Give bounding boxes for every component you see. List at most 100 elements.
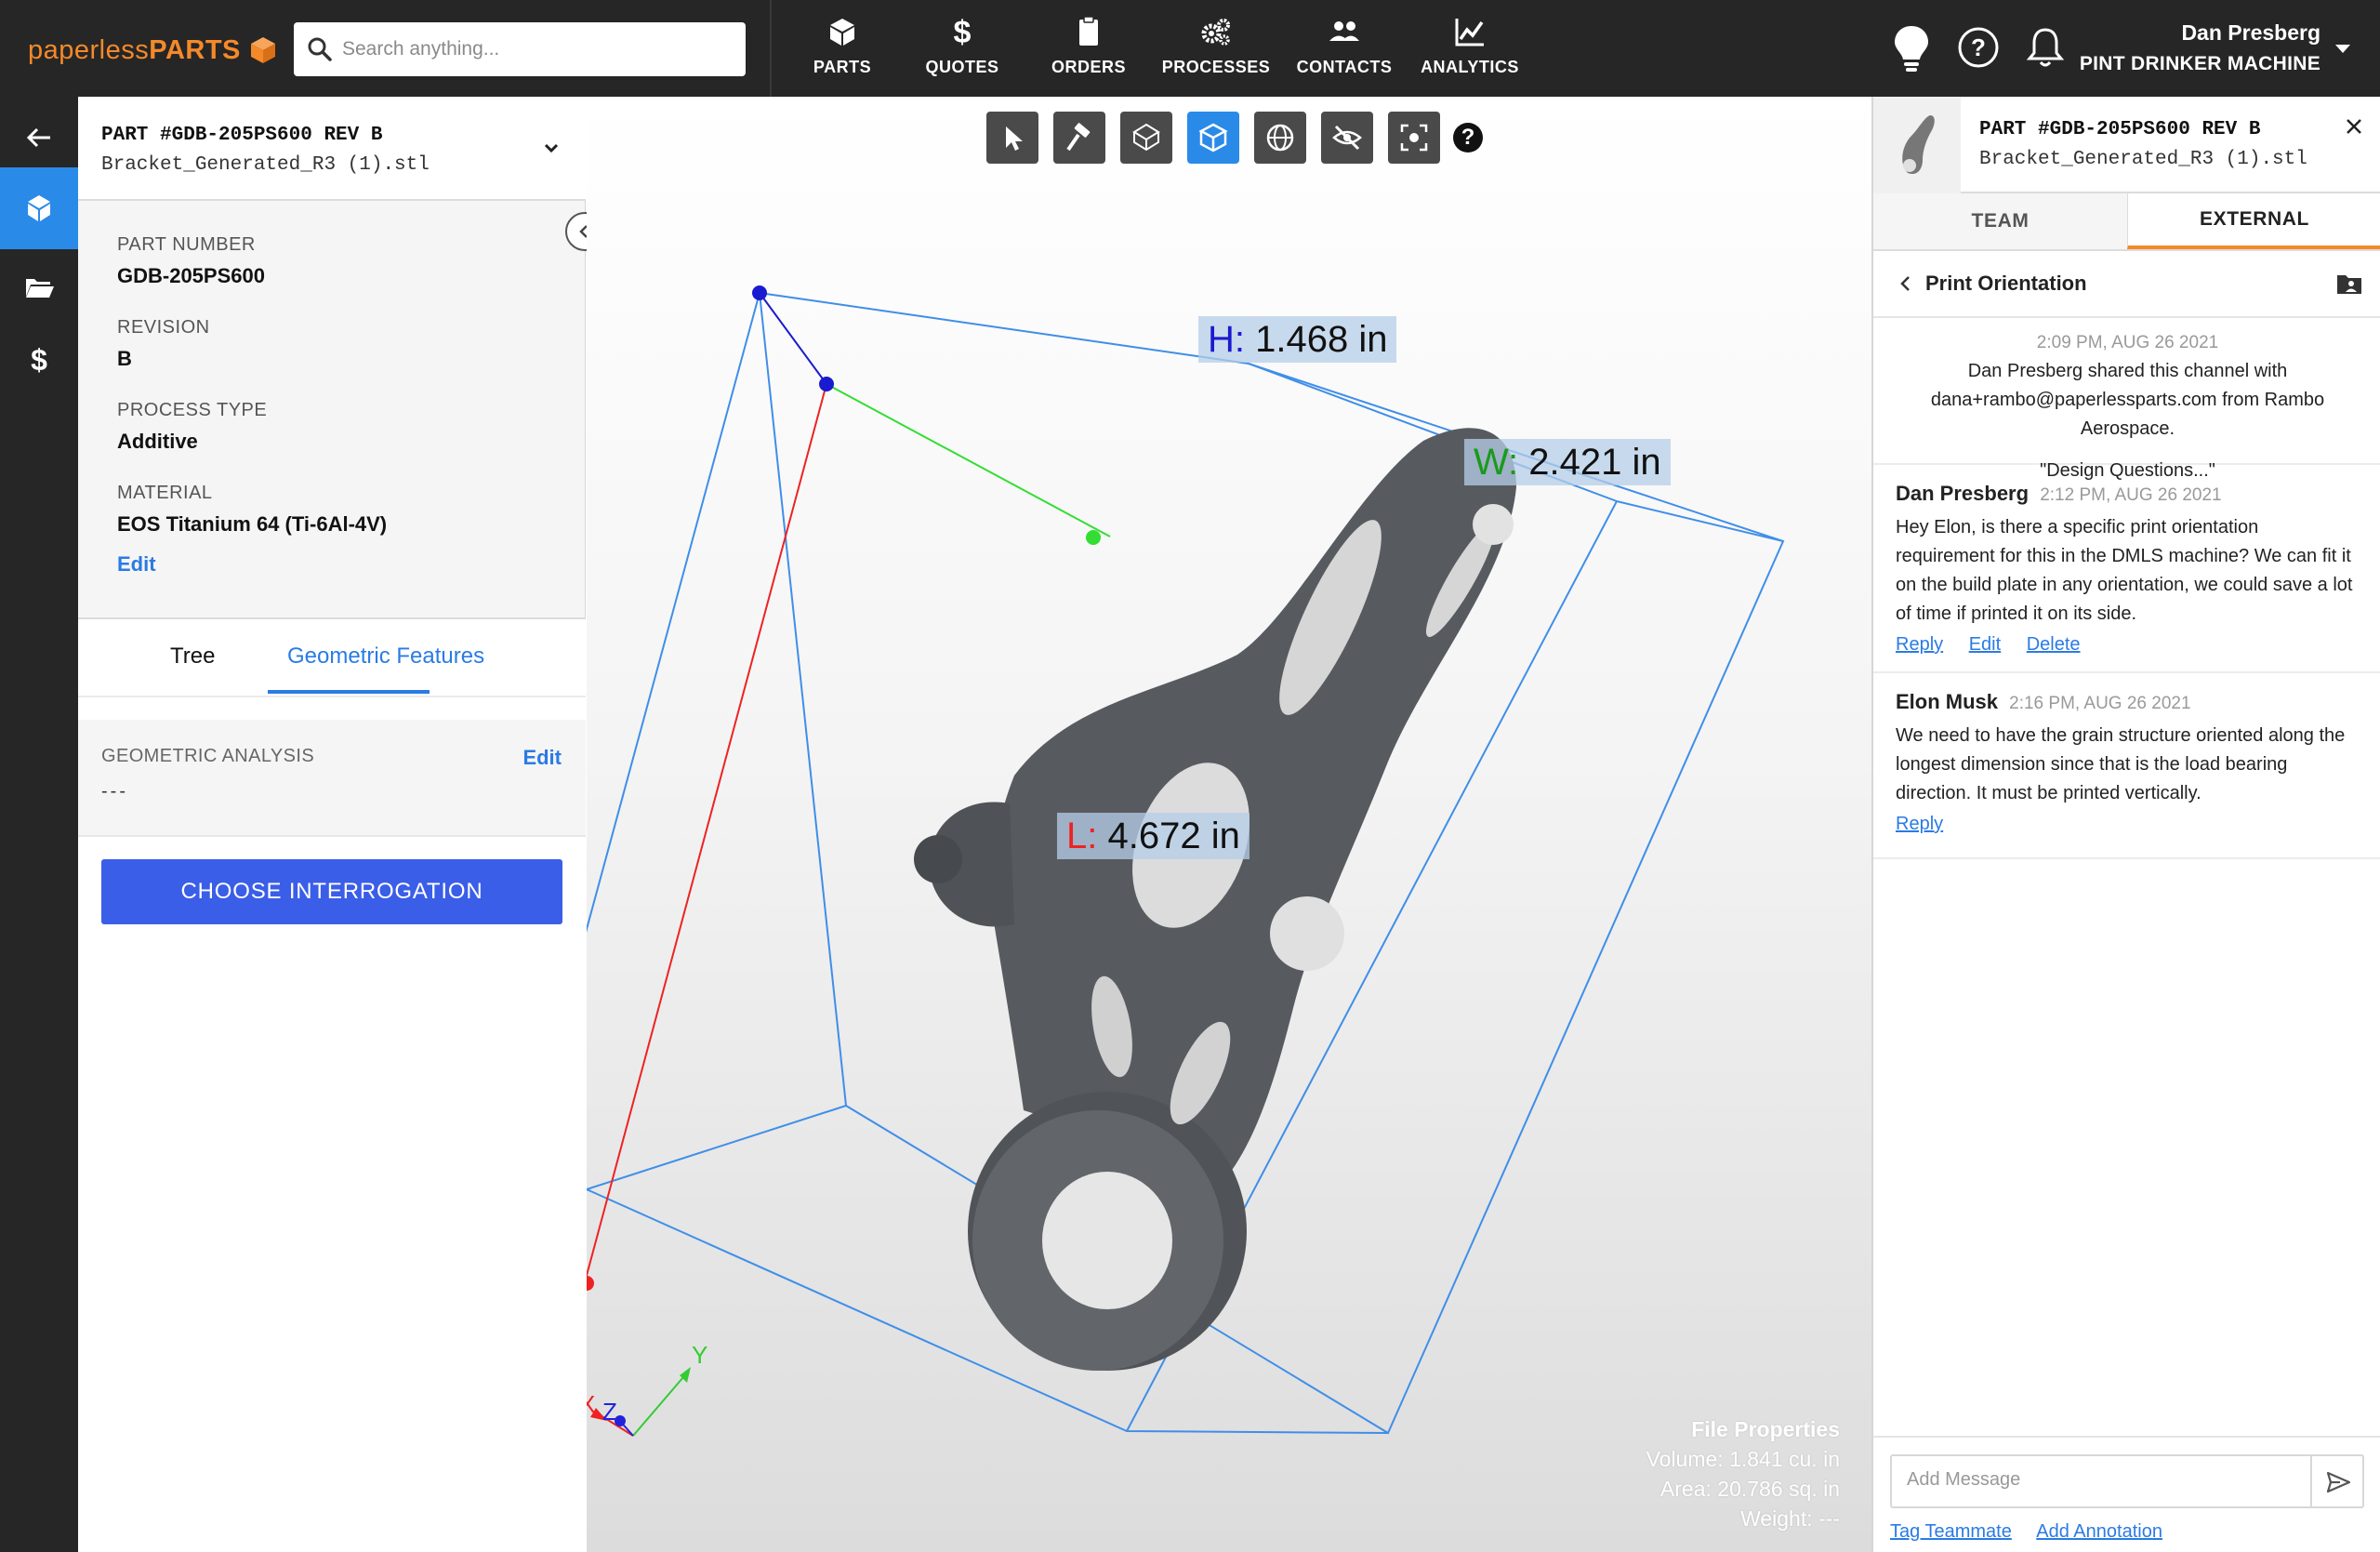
wireframe-tool-button[interactable] (1120, 112, 1172, 164)
edit-message-link[interactable]: Edit (1969, 634, 2001, 655)
active-tab-underline (268, 690, 430, 694)
length-point[interactable] (587, 1276, 594, 1291)
nav-contacts[interactable]: CONTACTS (1296, 15, 1393, 89)
chart-icon (1455, 19, 1484, 46)
length-dimension-label: L: 4.672 in (1057, 813, 1250, 859)
rail-item-pricing[interactable]: $ (0, 318, 78, 400)
notice-text: Dan Presberg shared this channel with da… (1930, 361, 2325, 439)
cube-icon (28, 195, 50, 221)
paperless-parts-logo[interactable]: paperless PARTS (28, 32, 278, 69)
lightbulb-icon[interactable] (1889, 22, 1934, 73)
composer-links: Tag Teammate Add Annotation (1890, 1521, 2183, 1543)
rail-item-part[interactable] (0, 167, 78, 249)
nav-processes-label: PROCESSES (1161, 58, 1271, 76)
cube-icon (830, 19, 854, 46)
tab-tree[interactable]: Tree (170, 643, 215, 710)
tab-geometric-features[interactable]: Geometric Features (287, 643, 484, 710)
measure-tool-button[interactable] (1053, 112, 1105, 164)
message-header: Elon Musk 2:16 PM, AUG 26 2021 (1896, 690, 2360, 714)
hide-button[interactable] (1321, 112, 1373, 164)
user-menu-caret-icon[interactable] (2335, 45, 2350, 53)
height-prefix: H: (1208, 319, 1245, 360)
part-filename: Bracket_Generated_R3 (1).stl (101, 154, 430, 176)
height-dimension-label: H: 1.468 in (1198, 316, 1397, 363)
send-icon[interactable] (2325, 1469, 2351, 1495)
nav-orders-label: ORDERS (1051, 58, 1126, 76)
message-input[interactable] (1907, 1469, 2297, 1491)
edit-geometric-analysis-link[interactable]: Edit (522, 746, 562, 770)
nav-quotes[interactable]: $ QUOTES (920, 15, 1004, 89)
select-tool-button[interactable] (986, 112, 1038, 164)
features-section: Tree Geometric Features GEOMETRIC ANALYS… (78, 617, 586, 1552)
reply-link[interactable]: Reply (1896, 634, 1943, 655)
process-type-label: PROCESS TYPE (117, 400, 268, 420)
nav-orders[interactable]: ORDERS (1045, 15, 1132, 89)
message-header: Dan Presberg 2:12 PM, AUG 26 2021 (1896, 482, 2360, 506)
3d-viewer[interactable]: Y X Z ? H: 1.468 in W: 2.421 in L: 4.672… (587, 97, 1871, 1552)
chat-part-header: PART #GDB-205PS600 REV B Bracket_Generat… (1873, 97, 2380, 193)
revision-value: B (117, 347, 132, 370)
tabs-divider (78, 696, 586, 697)
back-button[interactable] (0, 97, 78, 179)
edit-part-link[interactable]: Edit (117, 552, 156, 577)
part-header[interactable]: PART #GDB-205PS600 REV B Bracket_Generat… (78, 97, 586, 201)
message-composer: Tag Teammate Add Annotation (1873, 1436, 2380, 1552)
geometric-analysis-label: GEOMETRIC ANALYSIS (101, 746, 315, 766)
fit-view-icon (1400, 124, 1428, 152)
fit-view-button[interactable] (1388, 112, 1440, 164)
height-value: 1.468 in (1255, 319, 1388, 360)
clipboard-icon (1079, 16, 1098, 46)
width-value: 2.421 in (1528, 442, 1661, 483)
search-input[interactable] (342, 38, 733, 60)
cube-view-button[interactable] (1187, 112, 1239, 164)
tag-teammate-link[interactable]: Tag Teammate (1890, 1521, 2012, 1542)
nav-analytics[interactable]: ANALYTICS (1421, 15, 1519, 89)
message-actions: Reply (1896, 814, 2360, 835)
process-type-value: Additive (117, 430, 198, 453)
global-search[interactable] (294, 22, 746, 76)
file-properties-title: File Properties (1691, 1417, 1840, 1441)
delete-message-link[interactable]: Delete (2027, 634, 2081, 655)
part-thumbnail-image (1902, 115, 1935, 175)
tab-team[interactable]: TEAM (1873, 193, 2127, 249)
reply-link[interactable]: Reply (1896, 814, 1943, 834)
chat-part-filename: Bracket_Generated_R3 (1).stl (1979, 149, 2307, 170)
channel-title: Print Orientation (1925, 272, 2087, 295)
chevron-down-icon[interactable] (537, 134, 565, 162)
part-title: PART #GDB-205PS600 REV B (101, 125, 383, 146)
rail-item-files[interactable] (0, 245, 78, 327)
nav-divider (770, 0, 772, 97)
chat-message: Dan Presberg 2:12 PM, AUG 26 2021 Hey El… (1873, 465, 2380, 673)
choose-interrogation-button[interactable]: CHOOSE INTERROGATION (101, 859, 562, 924)
tab-external[interactable]: EXTERNAL (2127, 193, 2380, 249)
globe-view-button[interactable] (1254, 112, 1306, 164)
logo-text-parts: PARTS (149, 34, 241, 65)
length-prefix: L: (1066, 816, 1098, 856)
dollar-icon: $ (31, 343, 47, 375)
height-point-bottom[interactable] (819, 377, 834, 391)
chevron-left-icon[interactable] (1896, 273, 1916, 294)
search-icon (308, 37, 332, 61)
width-point[interactable] (1086, 530, 1101, 545)
nav-quotes-label: QUOTES (925, 58, 999, 76)
chat-tabs: TEAM EXTERNAL (1873, 193, 2380, 251)
part-number-label: PART NUMBER (117, 234, 256, 255)
nav-contacts-label: CONTACTS (1296, 58, 1393, 76)
viewer-help-button[interactable]: ? (1453, 123, 1483, 153)
part-number-value: GDB-205PS600 (117, 264, 265, 287)
help-icon[interactable]: ? (1956, 22, 2001, 73)
close-icon[interactable] (2343, 115, 2365, 138)
nav-parts-label: PARTS (813, 58, 872, 76)
message-timestamp: 2:12 PM, AUG 26 2021 (2040, 485, 2222, 505)
nav-parts[interactable]: PARTS (805, 15, 879, 89)
add-annotation-link[interactable]: Add Annotation (2036, 1521, 2162, 1542)
message-input-box[interactable] (1890, 1454, 2364, 1508)
nav-processes[interactable]: PROCESSES (1162, 15, 1270, 89)
height-point-top[interactable] (752, 285, 767, 300)
bell-icon[interactable] (2023, 22, 2068, 73)
material-label: MATERIAL (117, 483, 213, 503)
chat-part-title: PART #GDB-205PS600 REV B (1979, 119, 2261, 140)
user-menu[interactable]: Dan Presberg PINT DRINKER MACHINE (2080, 20, 2320, 75)
folder-person-icon[interactable] (2335, 272, 2363, 296)
message-author: Elon Musk (1896, 690, 1999, 713)
